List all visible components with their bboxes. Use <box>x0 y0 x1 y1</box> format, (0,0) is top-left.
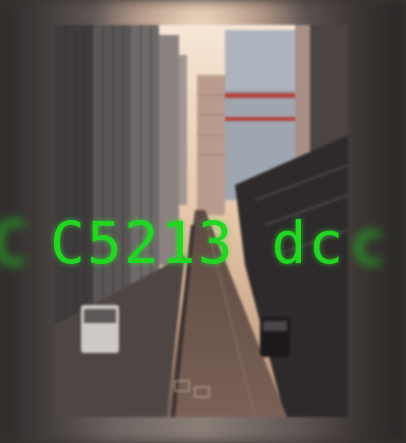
left-building-5 <box>179 55 187 205</box>
overlay-caption-text: C5213 dc <box>50 209 346 277</box>
photo-stage: C c C5213 dc <box>0 0 406 443</box>
red-band-upper <box>225 93 295 98</box>
overlay-caption: C5213 dc <box>0 207 406 277</box>
distant-tower <box>197 75 225 215</box>
red-band-lower <box>225 117 295 121</box>
